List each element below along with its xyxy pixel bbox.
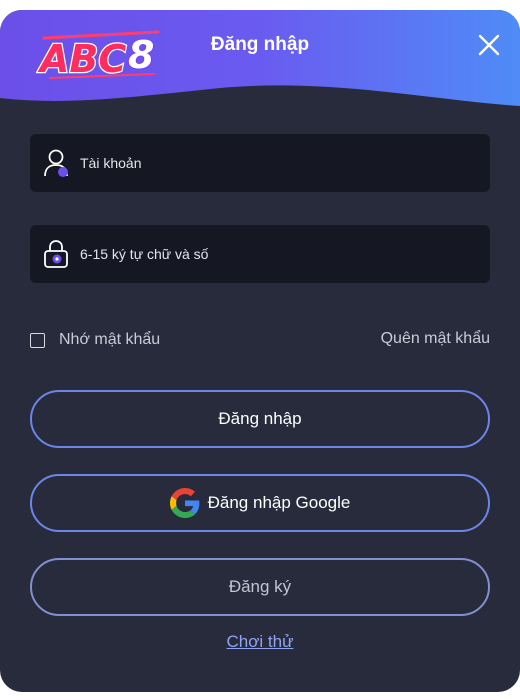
- trial-play-label: Chơi thử: [226, 632, 294, 651]
- google-login-button[interactable]: Đăng nhập Google: [30, 474, 490, 532]
- login-options-row: Nhớ mật khẩu Quên mật khẩu: [30, 328, 490, 352]
- modal-header: ABC 8 Đăng nhập: [0, 10, 520, 120]
- forgot-password-link[interactable]: Quên mật khẩu: [381, 330, 490, 348]
- remember-checkbox[interactable]: [30, 332, 45, 348]
- close-button[interactable]: [476, 32, 502, 58]
- register-button-label: Đăng ký: [228, 577, 292, 596]
- modal-title: Đăng nhập: [0, 34, 520, 56]
- login-modal: ABC 8 Đăng nhập Tài khoản Nhớ mật khẩu Q…: [0, 10, 520, 692]
- remember-password[interactable]: Nhớ mật khẩu: [30, 328, 160, 352]
- login-button-label: Đăng nhập: [218, 409, 302, 428]
- google-button-label: Đăng nhập Google: [207, 493, 351, 512]
- user-icon: [42, 147, 72, 179]
- trial-play-link[interactable]: Chơi thử: [0, 632, 520, 652]
- username-input[interactable]: [80, 134, 480, 192]
- password-field[interactable]: [30, 225, 490, 283]
- google-icon: [169, 488, 199, 518]
- login-button[interactable]: Đăng nhập: [30, 390, 490, 448]
- register-button[interactable]: Đăng ký: [30, 558, 490, 616]
- username-field[interactable]: [30, 134, 490, 192]
- modal-title-text: Đăng nhập: [210, 34, 310, 55]
- remember-label: Nhớ mật khẩu: [59, 331, 161, 348]
- password-input[interactable]: [80, 225, 480, 283]
- close-icon: [478, 34, 500, 56]
- lock-icon: [42, 238, 72, 270]
